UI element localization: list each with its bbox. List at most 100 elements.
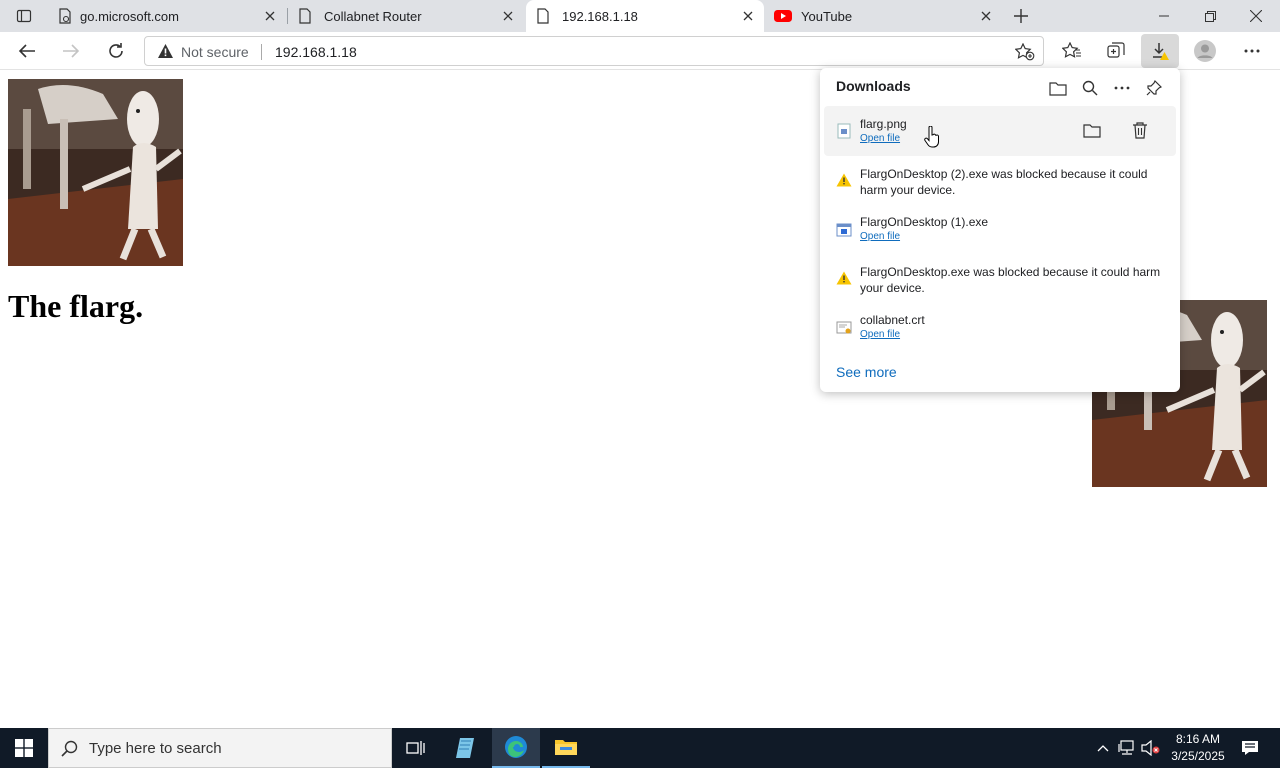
refresh-icon — [109, 43, 123, 58]
close-window-button[interactable] — [1234, 4, 1278, 28]
tab-actions-icon — [16, 9, 32, 23]
taskbar-app-edge[interactable] — [492, 728, 540, 768]
refresh-button[interactable] — [101, 36, 131, 66]
favorites-button[interactable] — [1057, 36, 1087, 66]
more-dots-icon — [1244, 49, 1260, 53]
url-text[interactable]: 192.168.1.18 — [275, 44, 357, 60]
tab-collabnet-router[interactable]: Collabnet Router — [288, 0, 524, 32]
show-in-folder-button[interactable] — [1080, 118, 1104, 142]
task-view-button[interactable] — [392, 728, 440, 768]
search-icon — [61, 740, 78, 757]
tab-actions-button[interactable] — [10, 6, 38, 26]
tab-strip: go.microsoft.com Collabnet Router 192.16… — [0, 0, 1280, 32]
search-placeholder: Type here to search — [89, 740, 222, 757]
search-downloads-button[interactable] — [1078, 76, 1102, 100]
certificate-file-icon — [836, 321, 852, 334]
notification-icon — [1242, 741, 1258, 755]
page-icon — [59, 8, 71, 24]
close-icon — [1250, 10, 1262, 22]
start-button[interactable] — [0, 728, 48, 768]
open-file-link[interactable]: Open file — [860, 133, 900, 144]
minimize-icon — [1159, 15, 1169, 17]
taskbar-clock[interactable]: 8:16 AM 3/25/2025 — [1170, 731, 1226, 765]
see-more-link[interactable]: See more — [836, 364, 897, 380]
taskbar-search[interactable]: Type here to search — [48, 728, 392, 768]
show-hidden-icons-button[interactable] — [1092, 728, 1114, 768]
edge-icon — [505, 736, 527, 758]
download-item-blocked[interactable]: FlargOnDesktop.exe was blocked because i… — [824, 258, 1176, 302]
clock-date: 3/25/2025 — [1171, 749, 1225, 763]
youtube-icon — [774, 10, 792, 22]
network-icon — [1118, 740, 1134, 755]
favorites-icon — [1062, 42, 1081, 58]
pin-icon — [1146, 80, 1162, 96]
close-tab-icon[interactable] — [500, 8, 516, 24]
action-center-button[interactable] — [1232, 728, 1268, 768]
new-tab-button[interactable] — [1008, 4, 1034, 28]
plus-icon — [1014, 9, 1028, 23]
image-file-icon — [837, 123, 851, 139]
close-tab-icon[interactable] — [978, 8, 994, 24]
download-item-blocked-2[interactable]: FlargOnDesktop (2).exe was blocked becau… — [824, 160, 1176, 204]
clock-time: 8:16 AM — [1175, 732, 1221, 746]
collections-button[interactable] — [1101, 36, 1131, 66]
taskbar: Type here to search 8:16 AM 3/25/2025 — [0, 728, 1280, 768]
windows-logo-icon — [15, 739, 33, 757]
download-filename: FlargOnDesktop (1).exe — [860, 215, 989, 229]
open-folder-button[interactable] — [1046, 76, 1070, 100]
restore-button[interactable] — [1188, 4, 1232, 28]
taskbar-app-file-explorer[interactable] — [542, 728, 590, 768]
download-blocked-message: FlargOnDesktop (2).exe was blocked becau… — [860, 167, 1148, 197]
hand-cursor-icon — [924, 126, 939, 148]
settings-more-button[interactable] — [1237, 36, 1267, 66]
trash-icon — [1133, 121, 1147, 139]
close-tab-icon[interactable] — [740, 8, 756, 24]
back-button[interactable] — [12, 36, 42, 66]
pin-button[interactable] — [1142, 76, 1166, 100]
tab-title: YouTube — [801, 8, 853, 24]
address-divider — [261, 44, 262, 60]
profile-button[interactable] — [1190, 36, 1220, 66]
flarg-image — [8, 79, 183, 266]
tab-192-168-1-18[interactable]: 192.168.1.18 — [526, 0, 764, 32]
forward-button[interactable] — [56, 36, 86, 66]
downloads-panel: Downloads flarg.png Open file FlargOnDes… — [820, 68, 1180, 392]
address-bar[interactable]: Not secure 192.168.1.18 — [144, 36, 1044, 66]
tab-title: Collabnet Router — [324, 8, 422, 24]
open-file-link[interactable]: Open file — [860, 329, 900, 340]
download-filename: collabnet.crt — [860, 313, 925, 327]
downloads-button[interactable] — [1141, 34, 1179, 68]
minimize-button[interactable] — [1142, 4, 1186, 28]
delete-download-button[interactable] — [1128, 118, 1152, 142]
download-item-flargondesktop-1[interactable]: FlargOnDesktop (1).exe Open file — [824, 208, 1176, 256]
restore-icon — [1204, 10, 1216, 22]
security-label[interactable]: Not secure — [181, 44, 249, 60]
tab-youtube[interactable]: YouTube — [766, 0, 1002, 32]
close-tab-icon[interactable] — [262, 8, 278, 24]
tab-go-microsoft[interactable]: go.microsoft.com — [48, 0, 286, 32]
tab-title: 192.168.1.18 — [562, 8, 638, 24]
page-icon — [299, 8, 311, 24]
open-file-link[interactable]: Open file — [860, 231, 900, 242]
network-button[interactable] — [1116, 728, 1138, 768]
back-arrow-icon — [18, 44, 35, 58]
more-options-button[interactable] — [1110, 76, 1134, 100]
download-blocked-message: FlargOnDesktop.exe was blocked because i… — [860, 265, 1161, 295]
search-icon — [1082, 80, 1098, 96]
warning-icon[interactable] — [157, 43, 174, 59]
notepad-icon — [456, 738, 474, 758]
volume-button[interactable] — [1140, 728, 1162, 768]
folder-icon — [555, 740, 577, 755]
page-heading: The flarg. — [8, 288, 144, 324]
download-filename: flarg.png — [860, 117, 907, 131]
add-favorite-icon[interactable] — [1015, 43, 1035, 61]
browser-toolbar: Not secure 192.168.1.18 — [0, 32, 1280, 70]
download-item-collabnet-crt[interactable]: collabnet.crt Open file — [824, 306, 1176, 354]
warning-icon — [836, 173, 852, 187]
collections-icon — [1107, 42, 1125, 58]
download-item-flarg-png[interactable]: flarg.png Open file — [824, 106, 1176, 156]
folder-icon — [1049, 81, 1067, 96]
more-dots-icon — [1114, 86, 1130, 90]
tab-title: go.microsoft.com — [80, 8, 179, 24]
taskbar-app-notepad[interactable] — [442, 728, 490, 768]
